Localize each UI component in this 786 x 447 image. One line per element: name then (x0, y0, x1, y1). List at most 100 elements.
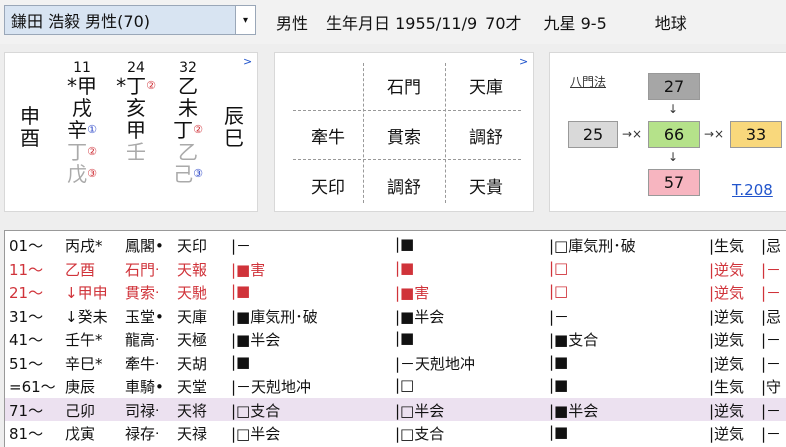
row-relation-1: |□半会 (231, 425, 281, 443)
row-relation-3: |■ (549, 423, 569, 441)
pillar-branch: 巳 (224, 126, 244, 150)
row-relation-3: |■ (549, 352, 569, 371)
grid-cell: 天印 (311, 178, 345, 198)
row-kanshi: 壬午* (65, 331, 103, 349)
person-dropdown-value: 鎌田 浩毅 男性(70) (11, 12, 151, 31)
page-ref-link[interactable]: T.208 (732, 181, 773, 199)
grid-expand-link[interactable]: > (519, 55, 528, 68)
pillar-hidden-main: 甲 (126, 118, 146, 142)
row-relation-1: |－天剋地冲 (231, 378, 312, 396)
row-star-main: 車騎• (125, 378, 164, 396)
pillar-hidden-main: 丁② (173, 118, 203, 142)
pillar-col-2: 11 *甲 戌 辛① 丁② 戊③ (57, 61, 107, 185)
pillar-hidden-sub: 乙 (178, 140, 198, 164)
row-qi: |逆気 (709, 354, 745, 373)
table-row[interactable]: 31〜 ↓癸未 玉堂• 天庫 |■庫気刑･破 |■半会 |－ |逆気 |忌 (5, 304, 786, 327)
row-relation-2: |■半会 (395, 307, 445, 326)
row-kanshi: 乙酉 (65, 260, 96, 279)
fortune-table: 01〜 丙戌* 鳳閣• 天印 |－ |■ |□庫気刑･破 |生気 |忌 11〜 乙酉 石門ᐧ 天報 |■害… (4, 230, 786, 447)
row-relation-1: |－ (231, 237, 252, 255)
row-kanshi: 辛巳* (65, 354, 103, 373)
row-star-main: 龍高ᐧ (125, 331, 159, 349)
row-relation-3: |■半会 (549, 401, 599, 420)
table-row[interactable]: 51〜 辛巳* 牽牛ᐧ 天胡 |■ |－天剋地冲 |■ |逆気 |－ (5, 351, 786, 374)
hachimon-left-box: 25 (568, 121, 618, 148)
chevron-down-icon[interactable]: ▾ (235, 6, 255, 34)
row-star-sub: 天胡 (177, 354, 208, 373)
hachimon-top-box: 27 (648, 73, 700, 100)
pillar-branch: 申 (20, 104, 40, 128)
row-relation-3: |■支合 (549, 331, 599, 349)
row-qi: |生気 (709, 237, 745, 255)
table-row[interactable]: 11〜 乙酉 石門ᐧ 天報 |■害 |■ |□ |逆気 |－ (5, 257, 786, 280)
row-age: 41〜 (9, 331, 44, 349)
pillar-hidden-sub: 戊③ (67, 162, 97, 186)
arrow-right-icon: →× (622, 127, 643, 141)
row-kanshi: ↓甲申 (65, 284, 108, 302)
row-star-sub: 天馳 (177, 284, 208, 302)
table-row[interactable]: 41〜 壬午* 龍高ᐧ 天極 |■半会 |■ |■支合 |逆気 |－ (5, 327, 786, 350)
table-row[interactable]: 01〜 丙戌* 鳳閣• 天印 |－ |■ |□庫気刑･破 |生気 |忌 (5, 233, 786, 256)
grid-cell: 石門 (387, 78, 421, 98)
row-star-main: 鳳閣• (125, 237, 164, 255)
pillar-stem: *丁② (116, 74, 156, 98)
gender-label: 男性 (276, 14, 309, 33)
row-mark: |－ (761, 331, 782, 349)
row-age: 51〜 (9, 354, 44, 373)
row-relation-2: |□ (395, 376, 415, 394)
pillar-stem: *甲 (67, 74, 97, 98)
arrow-down-icon: ↓ (668, 102, 679, 116)
pillar-hidden-sub: 己③ (173, 162, 203, 186)
person-dropdown[interactable]: 鎌田 浩毅 男性(70) ▾ (4, 5, 256, 35)
star-grid-panel: > 石門 天庫 牽牛 貫索 調舒 天印 調舒 天貴 (274, 52, 534, 212)
row-star-sub: 天印 (177, 237, 208, 255)
row-mark: |－ (761, 260, 782, 279)
row-relation-3: |□庫気刑･破 (549, 237, 636, 255)
table-row[interactable]: 81〜 戊寅 禄存ᐧ 天禄 |□半会 |□支合 |■ |逆気 |－ (5, 421, 786, 444)
grid-divider (293, 159, 521, 160)
row-relation-2: |■ (395, 235, 415, 253)
kyusei-label: 九星 9-5 (543, 14, 607, 33)
table-row[interactable]: 71〜 己卯 司禄ᐧ 天将 |□支合 |□半会 |■半会 |逆気 |－ (5, 397, 786, 421)
row-qi: |逆気 (709, 425, 745, 443)
pillars-panel: > 申 酉 11 *甲 戌 辛① 丁② 戊③ 24 *丁② 亥 甲 壬 32 乙… (4, 52, 258, 212)
birth-date-label: 生年月日 1955/11/9 (326, 14, 478, 33)
hachimon-panel: 八門法 27 ↓ 25 →× 66 →× 33 ↓ 57 T.208 (549, 52, 786, 212)
row-qi: |逆気 (709, 260, 745, 279)
person-info: 男性 生年月日 1955/11/9 70才 九星 9-5 地球 (276, 10, 705, 34)
row-qi: |逆気 (709, 284, 745, 302)
pillar-col-3: 24 *丁② 亥 甲 壬 (111, 61, 161, 163)
arrow-right-icon: →× (704, 127, 725, 141)
pillar-branch: 亥 (126, 96, 146, 120)
pillar-branch: 辰 (224, 104, 244, 128)
row-relation-1: |■半会 (231, 331, 281, 349)
hachimon-title-link[interactable]: 八門法 (570, 73, 606, 90)
row-mark: |守 (761, 378, 782, 396)
row-kanshi: 己卯 (65, 401, 96, 420)
hachimon-right-box: 33 (730, 121, 782, 148)
row-star-main: 牽牛ᐧ (125, 354, 159, 373)
row-kanshi: ↓癸未 (65, 307, 108, 326)
table-row[interactable]: =61〜 庚辰 車騎• 天堂 |－天剋地冲 |□ |■ |生気 |守 (5, 374, 786, 397)
pillars-expand-link[interactable]: > (243, 55, 252, 68)
pillar-branch: 戌 (72, 96, 92, 120)
row-star-sub: 天禄 (177, 425, 208, 443)
hachimon-center-box: 66 (648, 121, 700, 148)
grid-cell: 天貴 (469, 178, 503, 198)
age-label: 70才 (485, 14, 522, 33)
pillar-stem: 乙 (178, 74, 198, 98)
row-star-sub: 天報 (177, 260, 208, 279)
truncated-label: 地球 (654, 14, 687, 33)
row-mark: |－ (761, 425, 782, 443)
pillar-col-5: 辰 巳 (219, 105, 249, 149)
row-relation-3: |－ (549, 307, 570, 326)
row-relation-1: |■害 (231, 260, 266, 279)
row-relation-2: |□半会 (395, 401, 445, 420)
row-relation-2: |□支合 (395, 425, 445, 443)
table-row[interactable]: 21〜 ↓甲申 貫索ᐧ 天馳 |■ |■害 |□ |逆気 |－ (5, 280, 786, 303)
row-mark: |－ (761, 401, 782, 420)
row-relation-1: |■ (231, 282, 251, 300)
row-qi: |生気 (709, 378, 745, 396)
row-star-sub: 天極 (177, 331, 208, 349)
row-star-main: 貫索ᐧ (125, 284, 159, 302)
